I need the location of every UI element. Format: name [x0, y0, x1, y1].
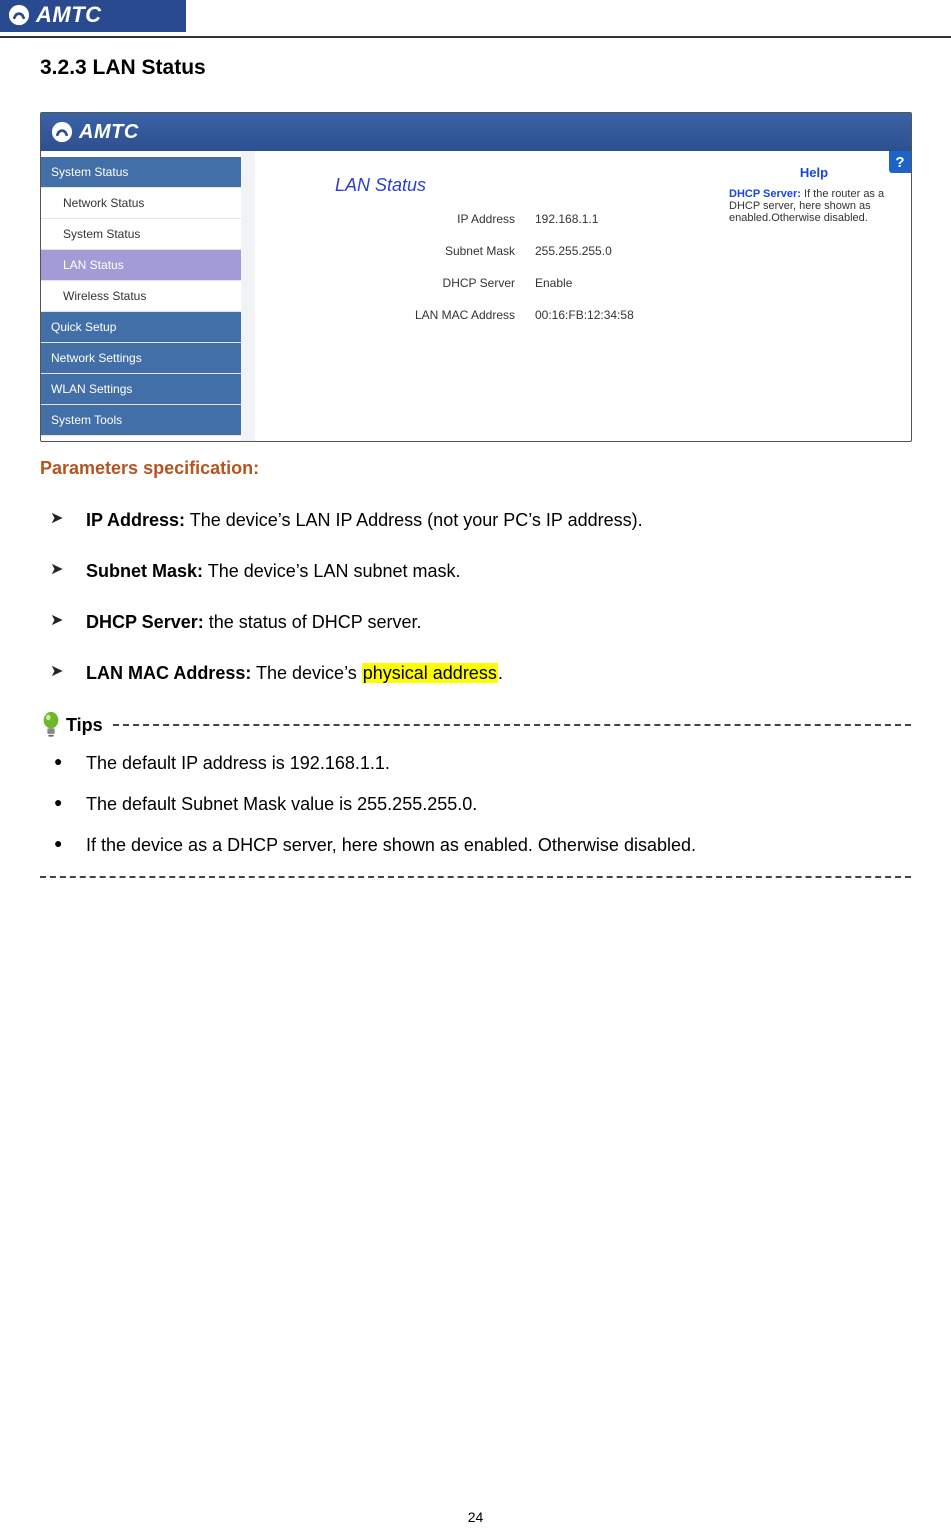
- status-row: LAN MAC Address00:16:FB:12:34:58: [335, 308, 697, 322]
- status-value: Enable: [535, 276, 572, 290]
- ui-help-pane: ? Help DHCP Server: If the router as a D…: [717, 151, 911, 441]
- param-term: IP Address:: [86, 510, 185, 530]
- param-term: LAN MAC Address:: [86, 663, 251, 683]
- param-item: IP Address: The device’s LAN IP Address …: [40, 507, 911, 534]
- param-desc: The device’s LAN IP Address (not your PC…: [185, 510, 643, 530]
- sidebar-item[interactable]: WLAN Settings: [41, 374, 241, 405]
- sidebar-item[interactable]: Network Status: [41, 188, 241, 219]
- param-term: Subnet Mask:: [86, 561, 203, 581]
- help-icon[interactable]: ?: [889, 151, 911, 173]
- tips-list: The default IP address is 192.168.1.1. Th…: [40, 753, 911, 856]
- params-title: Parameters specification:: [40, 458, 911, 479]
- param-item: LAN MAC Address: The device’s physical a…: [40, 660, 911, 687]
- status-label: Subnet Mask: [335, 244, 535, 258]
- sidebar-item[interactable]: System Tools: [41, 405, 241, 436]
- divider: [0, 36, 951, 38]
- status-label: LAN MAC Address: [335, 308, 535, 322]
- ui-logo-icon: [51, 121, 73, 143]
- status-row: DHCP ServerEnable: [335, 276, 697, 290]
- brand-text: AMTC: [36, 2, 102, 28]
- help-title: Help: [729, 165, 899, 180]
- page-number: 24: [0, 1509, 951, 1525]
- sidebar-item[interactable]: LAN Status: [41, 250, 241, 281]
- section-heading: 3.2.3 LAN Status: [40, 56, 911, 80]
- brand-logo-icon: [8, 4, 30, 26]
- status-value: 192.168.1.1: [535, 212, 598, 226]
- lightbulb-icon: [40, 711, 62, 739]
- status-label: IP Address: [335, 212, 535, 226]
- router-ui-screenshot: AMTC System StatusNetwork StatusSystem S…: [40, 112, 912, 442]
- ui-brand-text: AMTC: [79, 121, 139, 144]
- help-body: DHCP Server: If the router as a DHCP ser…: [729, 188, 899, 224]
- status-row: Subnet Mask255.255.255.0: [335, 244, 697, 258]
- sidebar-item[interactable]: System Status: [41, 219, 241, 250]
- tips-label: Tips: [66, 715, 103, 736]
- param-desc: the status of DHCP server.: [204, 612, 422, 632]
- ui-gap: [241, 151, 255, 441]
- ui-sidebar: System StatusNetwork StatusSystem Status…: [41, 151, 241, 441]
- status-value: 00:16:FB:12:34:58: [535, 308, 634, 322]
- sidebar-item[interactable]: Quick Setup: [41, 312, 241, 343]
- tip-item: The default Subnet Mask value is 255.255…: [40, 794, 911, 815]
- ui-center-title: LAN Status: [335, 175, 697, 196]
- status-value: 255.255.255.0: [535, 244, 612, 258]
- dashed-rule-bottom: [40, 876, 911, 878]
- status-row: IP Address192.168.1.1: [335, 212, 697, 226]
- ui-center: LAN Status IP Address192.168.1.1 Subnet M…: [255, 151, 717, 441]
- highlight: physical address: [362, 663, 498, 683]
- param-item: Subnet Mask: The device’s LAN subnet mas…: [40, 558, 911, 585]
- param-item: DHCP Server: the status of DHCP server.: [40, 609, 911, 636]
- ui-titlebar: AMTC: [41, 113, 911, 151]
- sidebar-item[interactable]: Network Settings: [41, 343, 241, 374]
- param-desc: The device’s LAN subnet mask.: [203, 561, 460, 581]
- sidebar-item[interactable]: Wireless Status: [41, 281, 241, 312]
- status-label: DHCP Server: [335, 276, 535, 290]
- sidebar-item[interactable]: System Status: [41, 157, 241, 188]
- page-brand-bar: AMTC: [0, 0, 186, 32]
- param-term: DHCP Server:: [86, 612, 204, 632]
- params-list: IP Address: The device’s LAN IP Address …: [40, 507, 911, 687]
- tip-item: If the device as a DHCP server, here sho…: [40, 835, 911, 856]
- tip-item: The default IP address is 192.168.1.1.: [40, 753, 911, 774]
- help-bold: DHCP Server:: [729, 188, 801, 200]
- dashed-rule: [113, 724, 911, 726]
- tips-header: Tips: [40, 711, 911, 739]
